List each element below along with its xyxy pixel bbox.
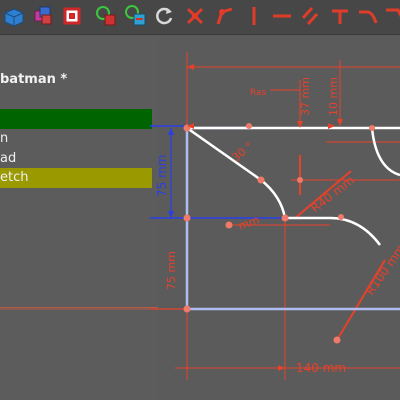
sketch-attach-icon[interactable] [94, 4, 118, 28]
tree-item-selected[interactable] [0, 109, 152, 129]
constraint-points [183, 123, 375, 344]
tree-item-sketch[interactable]: etch [0, 168, 152, 188]
tangent-constraint-icon[interactable] [356, 4, 380, 28]
parallel-constraint-icon[interactable] [298, 4, 322, 28]
construction-lines [175, 52, 400, 380]
constraint-lines [293, 155, 386, 341]
sketch-geometry [186, 126, 400, 246]
dimension-label[interactable]: 10 mm [327, 77, 340, 116]
document-title[interactable]: batman * [0, 72, 67, 87]
radius-label[interactable]: R100 mm [363, 242, 400, 298]
delete-constraint-icon[interactable] [183, 4, 207, 28]
vertical-constraint-icon[interactable] [242, 4, 266, 28]
cube-stack-icon[interactable] [31, 4, 55, 28]
panel-divider [0, 307, 158, 308]
sketch-map-icon[interactable] [124, 4, 148, 28]
dimension-label[interactable]: 140 mm [296, 361, 346, 375]
refresh-icon[interactable] [152, 4, 176, 28]
toolbar [0, 0, 400, 35]
more-icon[interactable] [384, 4, 400, 28]
dimension-arrows [187, 64, 343, 371]
radius-label[interactable]: R40 mm [308, 173, 357, 215]
dimension-label[interactable]: Ras [250, 88, 267, 98]
angle-label[interactable]: 30 ° [230, 140, 256, 165]
perpendicular-constraint-icon[interactable] [328, 4, 352, 28]
dimension-arrows-blue [168, 128, 174, 218]
dimension-label[interactable]: mm [237, 213, 262, 233]
box-view-icon[interactable] [2, 4, 26, 28]
tree-item[interactable]: n [0, 129, 152, 149]
stop-square-icon[interactable] [60, 4, 84, 28]
point-constraint-icon[interactable] [212, 4, 236, 28]
horizontal-constraint-icon[interactable] [270, 4, 294, 28]
dimension-label[interactable]: 75 mm [165, 251, 178, 290]
tree-item[interactable]: ad [0, 149, 152, 169]
dimension-label[interactable]: 37 mm [299, 77, 312, 116]
model-tree-panel [0, 35, 158, 400]
